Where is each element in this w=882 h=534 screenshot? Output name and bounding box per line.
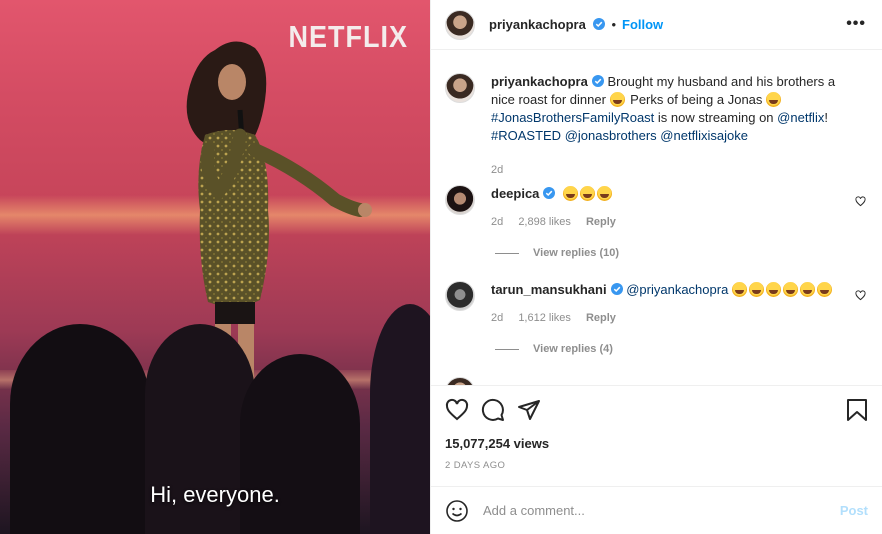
- verified-icon: [610, 283, 623, 295]
- caption-time[interactable]: 2d: [491, 161, 861, 179]
- comment-body: tarun_mansukhani @priyankachopra 2d 1,61…: [491, 281, 834, 327]
- view-replies-label[interactable]: View replies (4): [533, 343, 613, 355]
- view-replies-button[interactable]: View replies (10): [495, 247, 619, 259]
- rofl-emoji-icon: [816, 282, 832, 297]
- comment-username[interactable]: deepica: [491, 186, 539, 201]
- rofl-emoji-icon: [579, 186, 595, 201]
- rofl-emoji-icon: [609, 92, 625, 107]
- share-icon[interactable]: [517, 398, 541, 422]
- reply-button[interactable]: Reply: [586, 216, 616, 228]
- rofl-emoji-icon: [765, 282, 781, 297]
- rofl-emoji-icon: [748, 282, 764, 297]
- caption-text-3: is now streaming on: [657, 110, 774, 125]
- comment-item-partial: [445, 377, 868, 385]
- bookmark-icon[interactable]: [846, 398, 868, 422]
- divider: [495, 252, 519, 254]
- comment-likes[interactable]: 2,898 likes: [518, 216, 571, 228]
- comment-item: tarun_mansukhani @priyankachopra 2d 1,61…: [445, 281, 868, 327]
- comment-heart-icon[interactable]: [855, 290, 866, 301]
- divider: [495, 348, 519, 350]
- avatar[interactable]: [445, 281, 475, 311]
- comment-item: deepica 2d 2,898 likes Reply: [445, 185, 868, 231]
- view-replies-button[interactable]: View replies (4): [495, 343, 613, 355]
- comments-section[interactable]: priyankachopra Brought my husband and hi…: [431, 51, 882, 386]
- comment-username[interactable]: tarun_mansukhani: [491, 282, 607, 297]
- verified-icon: [593, 18, 606, 30]
- follow-button[interactable]: Follow: [622, 17, 663, 32]
- rofl-emoji-icon: [596, 186, 612, 201]
- views-count[interactable]: 15,077,254 views: [445, 436, 549, 451]
- mention-link[interactable]: @netflix: [777, 110, 824, 125]
- comment-input[interactable]: [483, 503, 840, 518]
- hashtag-link[interactable]: #ROASTED: [491, 128, 561, 143]
- heart-icon[interactable]: [445, 398, 469, 422]
- avatar[interactable]: [445, 185, 475, 215]
- comment-time[interactable]: 2d: [491, 216, 503, 228]
- more-icon[interactable]: •••: [846, 15, 866, 33]
- verified-icon: [591, 75, 604, 87]
- action-bar: [445, 396, 868, 426]
- comment-likes[interactable]: 1,612 likes: [518, 312, 571, 324]
- rofl-emoji-icon: [799, 282, 815, 297]
- avatar[interactable]: [445, 9, 475, 40]
- tongue-emoji-icon: [766, 92, 782, 107]
- post-header: priyankachopra • Follow •••: [431, 0, 882, 50]
- caption-body: priyankachopra Brought my husband and hi…: [491, 73, 861, 179]
- emoji-icon[interactable]: [445, 499, 469, 523]
- mention-link[interactable]: @netflixisajoke: [660, 128, 748, 143]
- rofl-emoji-icon: [782, 282, 798, 297]
- caption-text-2: Perks of being a Jonas: [630, 92, 763, 107]
- rofl-emoji-icon: [562, 186, 578, 201]
- reply-button[interactable]: Reply: [586, 312, 616, 324]
- verified-icon: [543, 187, 556, 199]
- video-subtitle: Hi, everyone.: [150, 482, 280, 507]
- avatar[interactable]: [445, 73, 475, 103]
- post-date[interactable]: 2 DAYS AGO: [445, 460, 505, 471]
- comment-meta: 2d 1,612 likes Reply: [491, 309, 834, 327]
- mention-link[interactable]: @jonasbrothers: [565, 128, 657, 143]
- rofl-emoji-icon: [731, 282, 747, 297]
- hashtag-link[interactable]: #JonasBrothersFamilyRoast: [491, 110, 654, 125]
- comment-icon[interactable]: [481, 398, 505, 422]
- comment-time[interactable]: 2d: [491, 312, 503, 324]
- post-button[interactable]: Post: [840, 503, 868, 518]
- mention-link[interactable]: @priyankachopra: [626, 282, 728, 297]
- comment-meta: 2d 2,898 likes Reply: [491, 213, 628, 231]
- separator-dot: •: [611, 17, 617, 32]
- comment-body: deepica 2d 2,898 likes Reply: [491, 185, 628, 231]
- username-label[interactable]: priyankachopra: [489, 17, 586, 32]
- comment-heart-icon[interactable]: [855, 196, 866, 207]
- post-panel: priyankachopra • Follow ••• priyankachop…: [430, 0, 882, 534]
- post-video[interactable]: NETFLIX Hi, everyone.: [0, 0, 430, 534]
- add-comment-bar: Post: [431, 486, 882, 534]
- view-replies-label[interactable]: View replies (10): [533, 247, 619, 259]
- caption-username[interactable]: priyankachopra: [491, 74, 588, 89]
- header-username[interactable]: priyankachopra: [489, 17, 606, 32]
- avatar[interactable]: [445, 377, 475, 385]
- caption-exclaim: !: [824, 110, 828, 125]
- caption: priyankachopra Brought my husband and hi…: [445, 73, 868, 179]
